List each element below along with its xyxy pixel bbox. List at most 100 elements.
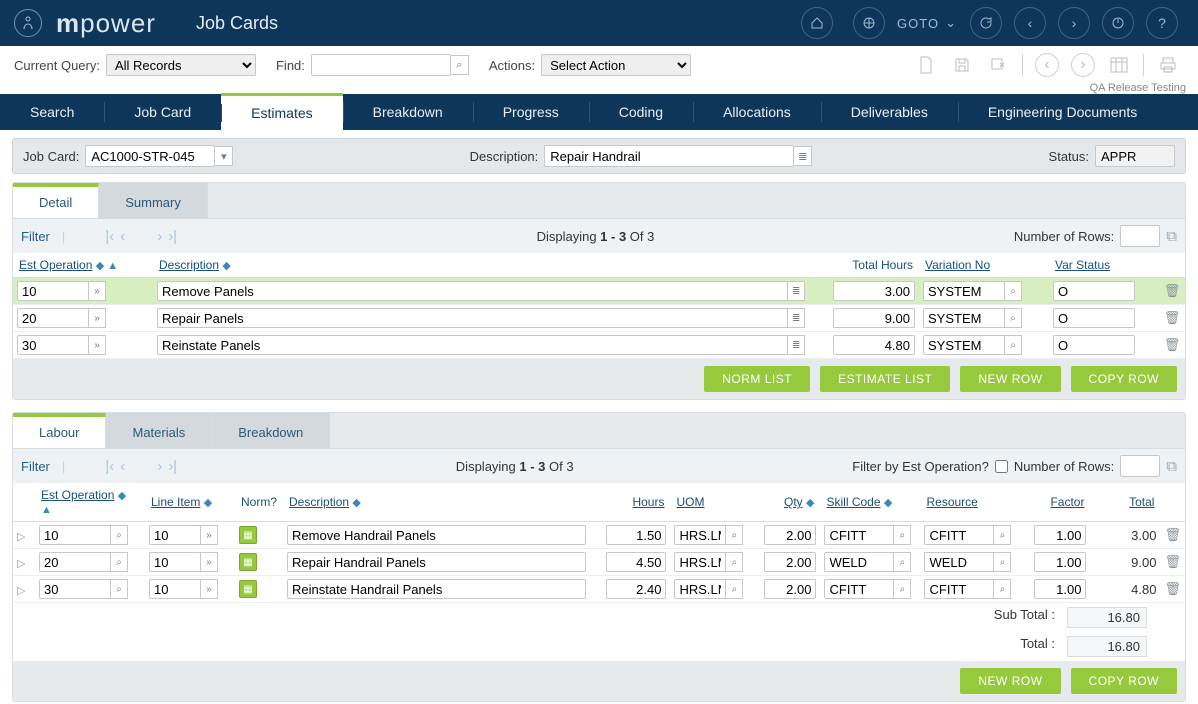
expand-row-icon[interactable]: ▷ [17,557,31,570]
first-page-icon[interactable]: |‹ [105,458,114,475]
est-op-input[interactable] [17,281,89,301]
table-row[interactable]: ▷⌕»▦⌕⌕⌕9.00🗑 [13,549,1185,576]
record-prev-icon[interactable]: ‹ [1035,53,1059,77]
next-page-icon[interactable]: › [157,228,162,245]
expand-icon[interactable]: » [200,552,218,572]
power-icon[interactable] [1102,7,1134,39]
tab-job-card[interactable]: Job Card [104,94,221,130]
norm-list-button[interactable]: NORM LIST [704,366,810,392]
estimate-list-button[interactable]: ESTIMATE LIST [820,366,950,392]
norm-icon[interactable]: ▦ [239,526,257,544]
delete-row-icon[interactable]: 🗑 [1164,310,1181,325]
search-icon[interactable]: ⌕ [893,525,911,545]
total-hours-input[interactable] [833,281,915,301]
qty-input[interactable] [764,552,816,572]
description-input[interactable] [157,335,788,355]
qty-input[interactable] [764,579,816,599]
find-search-icon[interactable]: ⌕ [451,55,469,75]
est-op-input[interactable] [39,525,111,545]
chevron-down-icon[interactable]: ▾ [215,146,233,166]
tab-coding[interactable]: Coding [589,94,693,130]
qty-input[interactable] [764,525,816,545]
table-row[interactable]: » ≣ ⌕ 🗑 [13,332,1185,359]
nav-prev-icon[interactable]: ‹ [1014,7,1046,39]
prev-page-icon[interactable]: ‹ [120,458,125,475]
delete-row-icon[interactable]: 🗑 [1164,581,1181,596]
subtab-detail[interactable]: Detail [13,183,99,218]
uom-input[interactable] [674,552,726,572]
new-row-button[interactable]: NEW ROW [960,668,1060,694]
search-icon[interactable]: ⌕ [1004,281,1022,301]
var-status-input[interactable] [1053,308,1135,328]
factor-input[interactable] [1034,579,1086,599]
table-row[interactable]: ▷⌕»▦⌕⌕⌕3.00🗑 [13,522,1185,549]
next-page-icon[interactable]: › [157,458,162,475]
est-op-input[interactable] [17,335,89,355]
tab-breakdown[interactable]: Breakdown [343,94,473,130]
search-icon[interactable]: ⌕ [725,579,743,599]
uom-input[interactable] [674,579,726,599]
detail-icon[interactable]: ≣ [794,146,812,166]
skill-code-input[interactable] [824,579,894,599]
search-icon[interactable]: ⌕ [893,552,911,572]
filter-link[interactable]: Filter [21,229,50,244]
last-page-icon[interactable]: ›| [168,228,177,245]
home-icon[interactable] [801,7,833,39]
norm-icon[interactable]: ▦ [239,553,257,571]
skill-code-input[interactable] [824,525,894,545]
rows-input[interactable] [1120,225,1160,247]
variation-no-input[interactable] [923,308,1005,328]
description-input[interactable] [287,525,586,545]
help-icon[interactable]: ? [1146,7,1178,39]
line-item-input[interactable] [149,579,201,599]
first-page-icon[interactable]: |‹ [105,228,114,245]
find-input[interactable] [311,54,451,76]
expand-row-icon[interactable]: ▷ [17,530,31,543]
current-query-select[interactable]: All Records [106,54,256,76]
expand-icon[interactable]: » [88,281,106,301]
subtab-breakdown[interactable]: Breakdown [212,413,330,448]
search-icon[interactable]: ⌕ [110,579,128,599]
search-icon[interactable]: ⌕ [725,552,743,572]
grid-config-icon[interactable] [1107,53,1131,77]
copy-row-button[interactable]: COPY ROW [1071,668,1177,694]
delete-row-icon[interactable]: 🗑 [1164,337,1181,352]
delete-row-icon[interactable]: 🗑 [1164,554,1181,569]
line-item-input[interactable] [149,552,201,572]
search-icon[interactable]: ⌕ [1004,335,1022,355]
norm-icon[interactable]: ▦ [239,580,257,598]
record-next-icon[interactable]: › [1071,53,1095,77]
jobcard-field[interactable] [85,145,215,167]
expand-icon[interactable]: » [200,579,218,599]
table-row[interactable]: »≣⌕🗑 [13,305,1185,332]
print-icon[interactable] [1156,53,1180,77]
detail-icon[interactable]: ≣ [787,335,805,355]
refresh-icon[interactable] [970,7,1002,39]
delete-row-icon[interactable]: 🗑 [1164,283,1181,298]
table-row[interactable]: ▷⌕»▦⌕⌕⌕4.80🗑 [13,576,1185,603]
search-icon[interactable]: ⌕ [1004,308,1022,328]
search-icon[interactable]: ⌕ [725,525,743,545]
actions-select[interactable]: Select Action [541,54,691,76]
subtab-summary[interactable]: Summary [99,183,208,218]
goto-menu[interactable]: GOTO ⌄ [847,7,956,39]
search-icon[interactable]: ⌕ [110,552,128,572]
description-field[interactable] [544,145,794,167]
tab-progress[interactable]: Progress [473,94,589,130]
delete-row-icon[interactable]: 🗑 [1164,527,1181,542]
est-op-input[interactable] [39,552,111,572]
subtab-labour[interactable]: Labour [13,413,106,448]
table-row[interactable]: » ≣ ⌕ 🗑 [13,278,1185,305]
expand-icon[interactable]: » [88,335,106,355]
description-input[interactable] [287,579,586,599]
expand-row-icon[interactable]: ▷ [17,584,31,597]
detail-icon[interactable]: ≣ [787,281,805,301]
tab-allocations[interactable]: Allocations [693,94,821,130]
skill-code-input[interactable] [824,552,894,572]
search-icon[interactable]: ⌕ [993,552,1011,572]
line-item-input[interactable] [149,525,201,545]
hours-input[interactable] [606,525,666,545]
hours-input[interactable] [606,579,666,599]
new-document-icon[interactable] [914,53,938,77]
total-hours-input[interactable] [833,335,915,355]
